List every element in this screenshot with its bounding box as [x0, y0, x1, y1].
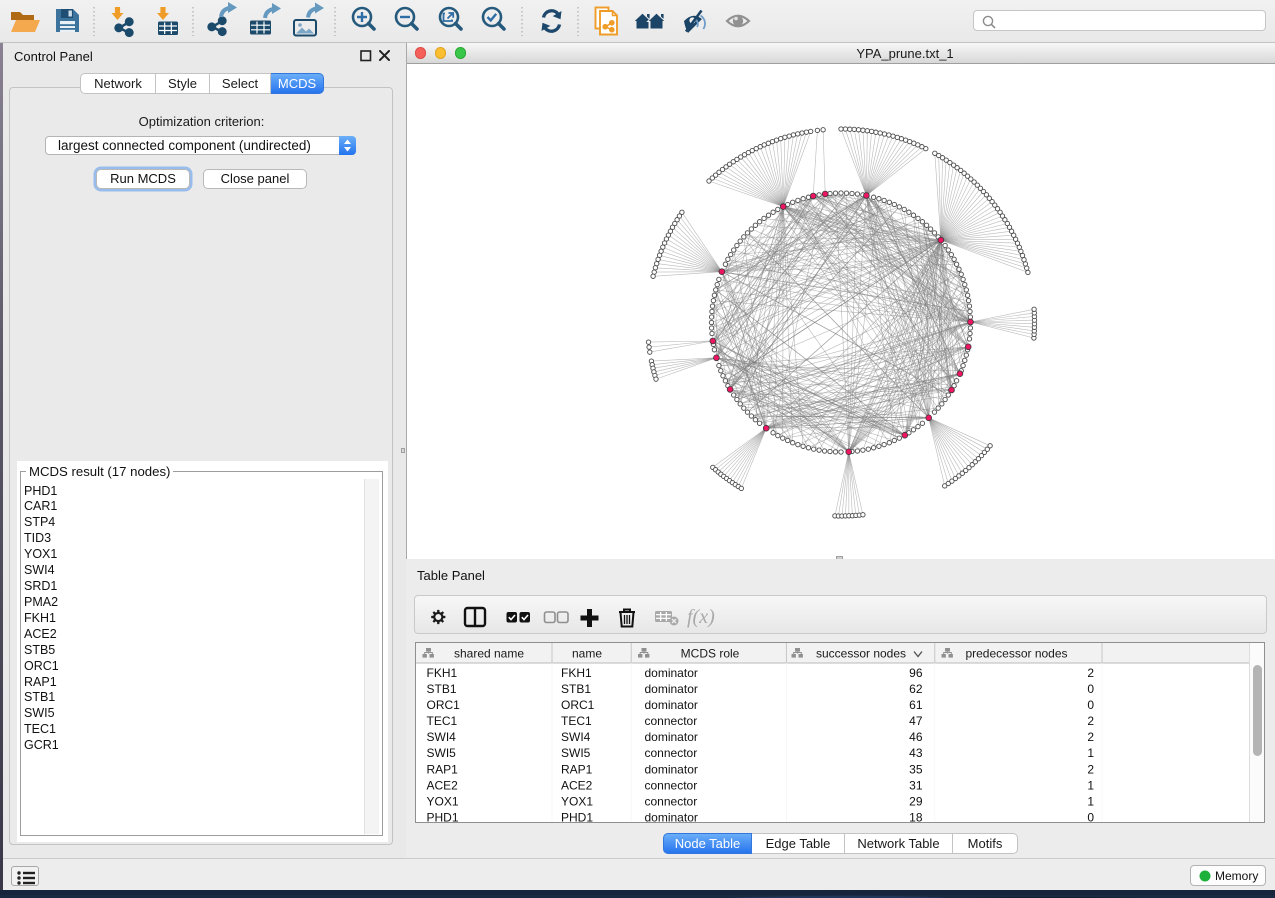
svg-text:46: 46 — [909, 730, 923, 744]
svg-text:FKH1: FKH1 — [427, 666, 458, 680]
svg-text:shared name: shared name — [454, 647, 524, 661]
svg-text:PHD1: PHD1 — [561, 811, 593, 825]
svg-text:2: 2 — [1087, 666, 1094, 680]
svg-text:0: 0 — [1087, 682, 1094, 696]
svg-text:0: 0 — [1087, 811, 1094, 825]
svg-text:ORC1: ORC1 — [561, 698, 595, 712]
svg-text:2: 2 — [1087, 730, 1094, 744]
svg-text:62: 62 — [909, 682, 923, 696]
svg-text:dominator: dominator — [645, 811, 698, 825]
svg-text:FKH1: FKH1 — [561, 666, 592, 680]
svg-text:connector: connector — [645, 778, 698, 792]
svg-text:dominator: dominator — [645, 698, 698, 712]
svg-text:1: 1 — [1087, 746, 1094, 760]
svg-text:MCDS role: MCDS role — [681, 647, 740, 661]
svg-text:SWI4: SWI4 — [561, 730, 591, 744]
svg-text:PHD1: PHD1 — [427, 811, 459, 825]
svg-text:35: 35 — [909, 762, 923, 776]
svg-text:2: 2 — [1087, 714, 1094, 728]
svg-text:29: 29 — [909, 794, 923, 808]
svg-text:f(x): f(x) — [687, 606, 715, 628]
svg-text:connector: connector — [645, 794, 698, 808]
svg-text:dominator: dominator — [645, 730, 698, 744]
svg-text:dominator: dominator — [645, 682, 698, 696]
svg-text:2: 2 — [1087, 762, 1094, 776]
svg-text:TEC1: TEC1 — [427, 714, 458, 728]
svg-text:predecessor nodes: predecessor nodes — [965, 647, 1067, 661]
svg-text:1: 1 — [1087, 794, 1094, 808]
svg-text:0: 0 — [1087, 698, 1094, 712]
svg-text:96: 96 — [909, 666, 923, 680]
svg-text:ORC1: ORC1 — [427, 698, 461, 712]
svg-text:RAP1: RAP1 — [561, 762, 593, 776]
svg-text:18: 18 — [909, 811, 923, 825]
svg-text:31: 31 — [909, 778, 923, 792]
svg-text:SWI4: SWI4 — [427, 730, 457, 744]
svg-text:RAP1: RAP1 — [427, 762, 459, 776]
svg-text:SWI5: SWI5 — [427, 746, 457, 760]
svg-text:YOX1: YOX1 — [561, 794, 593, 808]
svg-text:connector: connector — [645, 714, 698, 728]
svg-text:YOX1: YOX1 — [427, 794, 459, 808]
svg-text:SWI5: SWI5 — [561, 746, 591, 760]
svg-text:ACE2: ACE2 — [561, 778, 593, 792]
svg-text:dominator: dominator — [645, 666, 698, 680]
svg-text:connector: connector — [645, 746, 698, 760]
svg-text:STB1: STB1 — [427, 682, 457, 696]
svg-text:ACE2: ACE2 — [427, 778, 459, 792]
svg-text:dominator: dominator — [645, 762, 698, 776]
svg-text:1: 1 — [1087, 778, 1094, 792]
svg-text:STB1: STB1 — [561, 682, 591, 696]
svg-text:name: name — [572, 647, 602, 661]
svg-text:43: 43 — [909, 746, 923, 760]
svg-text:61: 61 — [909, 698, 923, 712]
svg-text:TEC1: TEC1 — [561, 714, 592, 728]
svg-text:successor nodes: successor nodes — [816, 647, 906, 661]
svg-text:47: 47 — [909, 714, 923, 728]
